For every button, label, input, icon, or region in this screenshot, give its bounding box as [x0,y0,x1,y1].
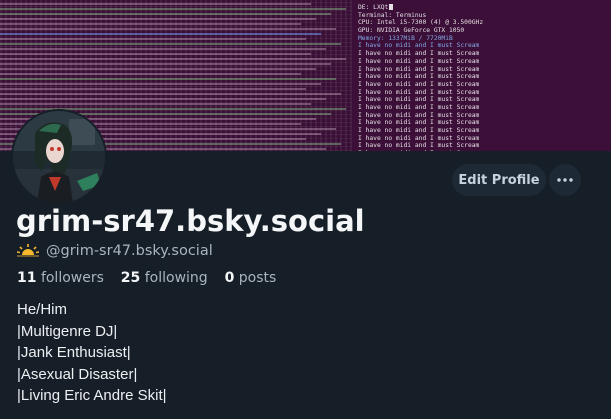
followers-label: followers [40,270,104,286]
terminal-line: I have no midi and I must Scream [358,150,608,151]
handle[interactable]: @grim-sr47.bsky.social [46,243,213,259]
ascii-art-row [0,58,346,60]
terminal-line: I have no midi and I must Scream [358,50,480,58]
bio-line: He/Him [17,301,68,318]
posts-label: posts [238,270,277,286]
terminal-line: DE: LXQt [358,4,608,12]
terminal-line: GPU: NVIDIA GeForce GTX 1050 [358,27,465,35]
terminal-line: I have no midi and I must Scream [358,42,480,50]
terminal-line: I have no midi and I must Scream [358,80,480,88]
bio-line: |Asexual Disaster| [17,365,138,383]
ascii-art-row [0,68,316,70]
following-count: 25 [120,270,141,286]
avatar[interactable] [11,109,107,205]
terminal-line: I have no midi and I must Scream [358,103,480,111]
terminal-line: I have no midi and I must Scream [358,65,480,73]
ascii-art-row [0,93,341,95]
terminal-line: I have no midi and I must Scream [358,127,480,134]
ascii-art-row [0,33,321,35]
display-name: grim-sr47.bsky.social [16,204,365,238]
bio-line: |Living Eric Andre Skit| [17,387,167,404]
ascii-art-row [0,98,326,100]
ascii-art-row [0,63,331,65]
terminal-line: CPU: Intel i5-7300 (4) @ 3.500GHz [358,19,484,27]
following-label: following [144,270,208,286]
avatar-image [13,111,105,203]
ascii-art-row [0,23,301,25]
terminal-line: Memory: 1337MiB / 7720MiB [358,34,453,42]
ellipsis-icon [557,178,573,182]
sunrise-icon [17,244,39,257]
edit-profile-button[interactable]: Edit Profile [452,164,546,196]
ascii-art-row [0,78,336,80]
terminal-cursor [389,4,394,10]
terminal-line: I have no midi and I must Scream [358,134,480,142]
ascii-art-row [0,83,321,85]
profile-stats: 11 followers 25 following 0 posts [17,270,276,286]
terminal-line: I have no midi and I must Scream [358,57,480,65]
profile-bio: He/Him |Multigenre DJ| |Jank Enthusiast|… [17,299,167,407]
bio-line: |Jank Enthusiast| [17,344,131,361]
ascii-art-row [0,103,311,105]
bio-line: |Multigenre DJ| [17,322,118,340]
ascii-art-row [0,48,326,50]
ascii-art-row [0,53,311,55]
banner-terminal-text: DE: LXQt Terminal: Terminus CPU: Intel i5-… [358,4,608,151]
ascii-art-row [0,88,306,90]
terminal-line: I have no midi and I must Scream [358,119,480,127]
ascii-art-row [0,13,331,15]
more-options-button[interactable] [549,164,581,196]
ascii-art-row [0,18,316,20]
ascii-art-row [0,8,346,10]
ascii-art-row [0,43,341,45]
terminal-line: I have no midi and I must Scream [358,88,480,96]
posts-count: 0 [224,270,235,286]
terminal-line: I have no midi and I must Scream [358,142,480,150]
terminal-line: I have no midi and I must Scream [358,96,480,104]
following-link[interactable]: 25 following [121,270,208,286]
handle-row: @grim-sr47.bsky.social [17,243,213,259]
ascii-art-row [0,38,306,40]
terminal-line: Terminal: Terminus [358,11,427,19]
followers-link[interactable]: 11 followers [17,270,104,286]
ascii-art-row [0,73,301,75]
terminal-line: I have no midi and I must Scream [358,111,480,119]
posts-stat: 0 posts [225,270,277,286]
followers-count: 11 [17,270,37,286]
ascii-art-row [0,28,336,30]
terminal-line: I have no midi and I must Scream [358,73,480,81]
ascii-art-row [0,3,311,5]
